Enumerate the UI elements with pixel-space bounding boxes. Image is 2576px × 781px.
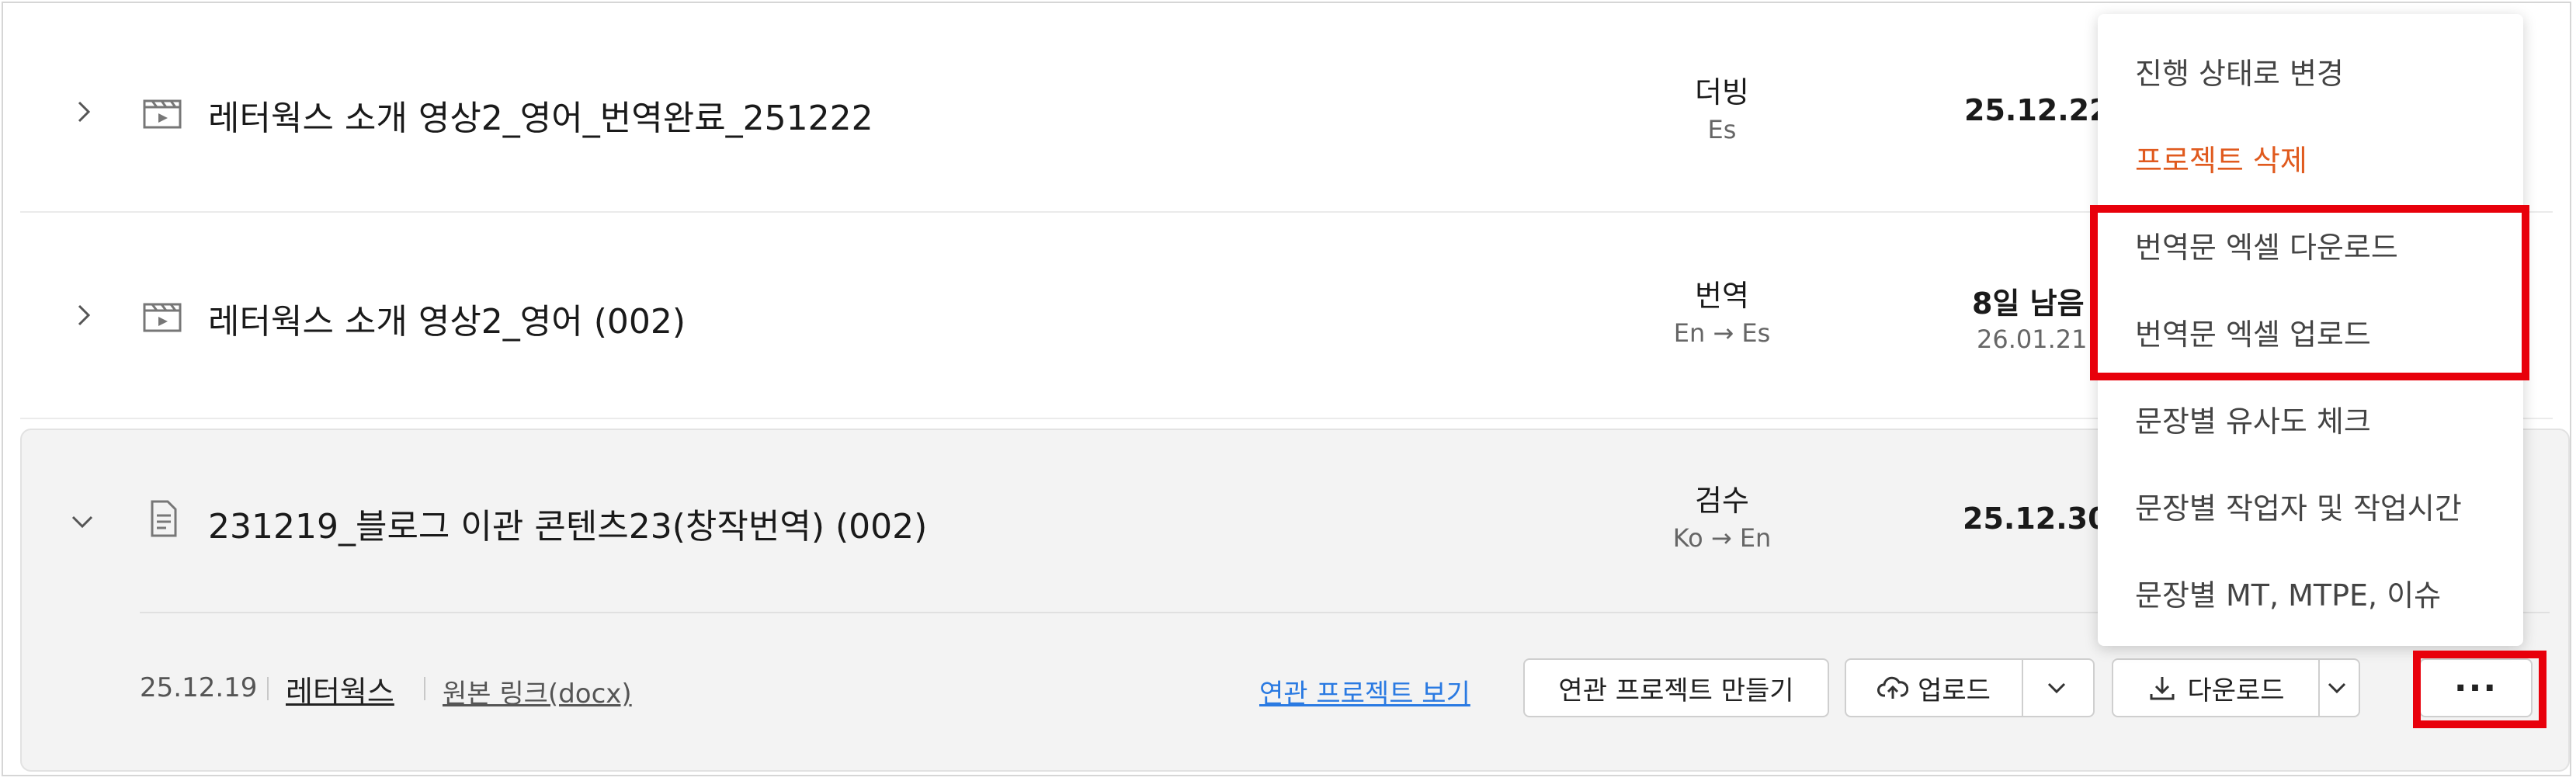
video-clapper-icon — [143, 99, 182, 129]
remaining-days: 8일 남음 — [1972, 286, 2085, 321]
upload-dropdown-toggle[interactable] — [2020, 660, 2093, 716]
upload-button[interactable]: 업로드 — [1846, 660, 2023, 716]
source-file-link[interactable]: 원본 링크(docx) — [443, 672, 632, 710]
download-label: 다운로드 — [2187, 675, 2285, 706]
task-type: 검수 Ko → En — [1629, 481, 1815, 556]
language-pair: En → Es — [1673, 318, 1771, 348]
meta-separator — [267, 677, 269, 700]
highlight-box-excel-options — [2090, 205, 2529, 380]
task-label: 더빙 — [1695, 75, 1749, 109]
task-type: 번역 En → Es — [1629, 276, 1815, 351]
project-title[interactable]: 231219_블로그 이관 콘텐츠23(창작번역) (002) — [208, 498, 927, 548]
download-button[interactable]: 다운로드 — [2113, 660, 2320, 716]
due-date: 26.01.21 — [1977, 325, 2088, 354]
menu-item-worker-time[interactable]: 문장별 작업자 및 작업시간 — [2135, 484, 2462, 527]
menu-item-mt-mtpe-issue[interactable]: 문장별 MT, MTPE, 이슈 — [2135, 571, 2441, 614]
document-icon — [151, 500, 177, 537]
related-projects-link[interactable]: 연관 프로젝트 보기 — [1259, 672, 1470, 710]
download-split-button: 다운로드 — [2112, 658, 2360, 717]
chevron-right-icon[interactable] — [68, 96, 99, 127]
upload-label: 업로드 — [1918, 675, 1991, 706]
language-pair: Ko → En — [1672, 523, 1772, 553]
chevron-down-icon[interactable] — [67, 506, 98, 537]
company-link[interactable]: 레터웍스 — [286, 668, 394, 710]
menu-item-similarity-check[interactable]: 문장별 유사도 체크 — [2135, 397, 2371, 440]
chevron-down-icon — [2047, 682, 2066, 694]
cloud-upload-icon — [1877, 676, 1909, 699]
meta-separator — [424, 677, 425, 700]
task-label: 번역 — [1695, 279, 1749, 313]
video-clapper-icon — [143, 303, 182, 332]
menu-item-change-status[interactable]: 진행 상태로 변경 — [2135, 50, 2344, 92]
task-label: 검수 — [1695, 484, 1749, 518]
project-title[interactable]: 레터웍스 소개 영상2_영어 (002) — [208, 293, 686, 343]
upload-split-button: 업로드 — [1845, 658, 2095, 717]
highlight-box-more-button — [2413, 651, 2546, 728]
chevron-right-icon[interactable] — [68, 300, 99, 331]
chevron-down-icon — [2328, 682, 2346, 694]
created-date: 25.12.19 — [140, 672, 258, 703]
download-dropdown-toggle[interactable] — [2315, 660, 2359, 716]
task-type: 더빙 Es — [1629, 73, 1815, 148]
language-pair: Es — [1707, 115, 1737, 144]
menu-item-delete-project[interactable]: 프로젝트 삭제 — [2135, 137, 2307, 179]
due-date: 25.12.30 — [1963, 502, 2109, 536]
project-title[interactable]: 레터웍스 소개 영상2_영어_번역완료_251222 — [208, 90, 873, 140]
download-icon — [2150, 677, 2175, 700]
create-related-project-button[interactable]: 연관 프로젝트 만들기 — [1523, 658, 1829, 717]
due-date: 25.12.22 — [1964, 93, 2110, 127]
